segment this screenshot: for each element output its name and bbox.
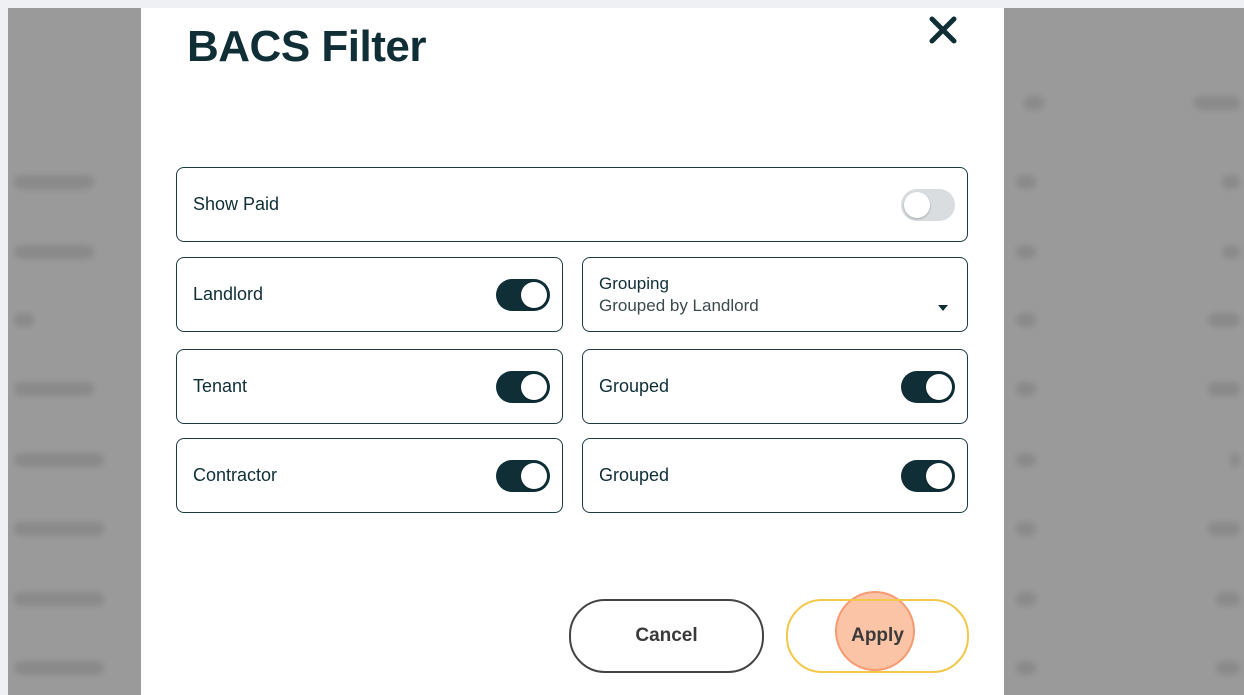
contractor-toggle[interactable] — [496, 459, 550, 492]
bacs-filter-modal: BACS Filter Show Paid Landlord Grouping … — [141, 8, 1004, 695]
contractor-grouped-label: Grouped — [599, 465, 670, 485]
toggle-knob — [521, 281, 547, 308]
background-table-right — [1004, 8, 1244, 695]
contractor-label: Contractor — [193, 465, 278, 485]
close-button[interactable] — [923, 10, 963, 50]
toggle-knob — [926, 462, 952, 489]
contractor-field: Contractor — [176, 438, 563, 513]
tenant-toggle[interactable] — [496, 370, 550, 403]
tenant-grouped-toggle[interactable] — [901, 370, 955, 403]
landlord-toggle[interactable] — [496, 278, 550, 311]
toggle-knob — [926, 373, 952, 400]
tenant-label: Tenant — [193, 376, 248, 396]
tenant-field: Tenant — [176, 349, 563, 424]
grouping-select[interactable]: Grouping Grouped by Landlord — [582, 257, 968, 332]
caret-down-icon — [938, 305, 948, 311]
toggle-knob — [521, 373, 547, 400]
toggle-knob — [521, 462, 547, 489]
contractor-grouped-field: Grouped — [582, 438, 968, 513]
show-paid-toggle[interactable] — [901, 188, 955, 221]
toggle-knob — [904, 191, 930, 218]
grouping-label: Grouping — [599, 273, 669, 293]
background-table-left — [8, 8, 140, 695]
landlord-label: Landlord — [193, 284, 264, 304]
close-icon — [929, 16, 957, 44]
tenant-grouped-label: Grouped — [599, 376, 670, 396]
modal-title: BACS Filter — [187, 22, 426, 71]
contractor-grouped-toggle[interactable] — [901, 459, 955, 492]
apply-label: Apply — [851, 625, 904, 646]
grouping-value: Grouped by Landlord — [599, 295, 759, 315]
tenant-grouped-field: Grouped — [582, 349, 968, 424]
apply-button[interactable]: Apply — [786, 599, 969, 673]
show-paid-field: Show Paid — [176, 167, 968, 242]
show-paid-label: Show Paid — [193, 194, 280, 214]
cancel-button[interactable]: Cancel — [569, 599, 764, 673]
landlord-field: Landlord — [176, 257, 563, 332]
